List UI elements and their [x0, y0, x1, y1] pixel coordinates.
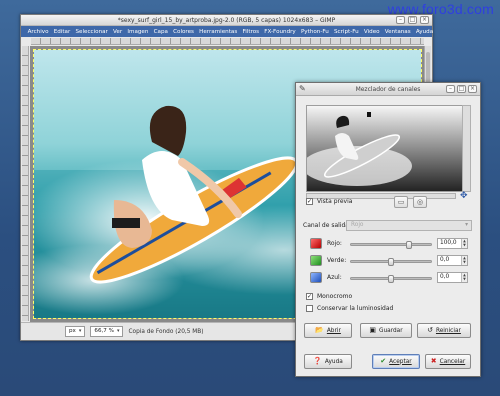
cancel-icon: ✖ — [430, 357, 437, 365]
green-spin-input[interactable]: 0,0 ▲ ▼ — [437, 255, 468, 266]
preview-art — [307, 106, 470, 191]
spin-arrows-icon[interactable]: ▲ ▼ — [461, 273, 467, 282]
vertical-ruler[interactable] — [22, 46, 29, 321]
preview-image[interactable] — [306, 105, 471, 192]
blue-label: Azul: — [327, 274, 342, 281]
cancel-button[interactable]: ✖ Cancelar — [425, 354, 471, 369]
green-channel-icon — [310, 255, 322, 266]
red-slider[interactable] — [350, 241, 432, 249]
ok-button-label: Aceptar — [389, 358, 412, 365]
cancel-button-label: Cancelar — [439, 358, 466, 365]
mix-row-blue: Azul: 0,0 ▲ ▼ — [310, 272, 475, 284]
luminosity-toggle[interactable]: Conservar la luminosidad — [306, 305, 393, 312]
zoom-selector[interactable]: 66,7 % ▾ — [90, 326, 124, 337]
gimp-menubar: Archivo Editar Seleccionar Ver Imagen Capa Col… — [21, 26, 435, 37]
blue-slider[interactable] — [350, 275, 432, 283]
green-slider-thumb[interactable] — [388, 258, 394, 266]
menu-item-python-fu[interactable]: Python-Fu — [298, 29, 331, 35]
output-channel-label: Canal de salida: — [303, 222, 351, 229]
red-channel-icon — [310, 238, 322, 249]
menu-item-capa[interactable]: Capa — [151, 29, 171, 35]
red-spin-input[interactable]: 100,0 ▲ ▼ — [437, 238, 468, 249]
reset-button[interactable]: ↺ Reiniciar — [417, 323, 471, 338]
chevron-down-icon: ▾ — [78, 328, 82, 334]
menu-item-archivo[interactable]: Archivo — [25, 29, 51, 35]
monochrome-toggle[interactable]: ✓ Monocromo — [306, 293, 352, 300]
spin-arrows-icon[interactable]: ▲ ▼ — [461, 239, 467, 248]
gimp-app-icon: ✎ — [299, 84, 306, 93]
minimize-icon[interactable]: – — [446, 85, 455, 93]
output-channel-value: Rojo — [351, 222, 364, 228]
zoom-value: 66,7 % — [94, 328, 114, 334]
red-value: 100,0 — [440, 240, 457, 246]
mix-row-green: Verde: 0,0 ▲ ▼ — [310, 255, 475, 267]
gimp-window-title: *sexy_surf_girl_15_by_artproba.jpg-2.0 (… — [117, 17, 336, 24]
help-icon: ❓ — [313, 357, 322, 365]
dialog-title-bar: ✎ Mezclador de canales – □ × — [296, 83, 480, 96]
menu-item-imagen[interactable]: Imagen — [125, 29, 151, 35]
menu-item-script-fu[interactable]: Script-Fu — [331, 29, 361, 35]
open-folder-icon: 📂 — [315, 326, 324, 334]
menu-item-herramientas[interactable]: Herramientas — [197, 29, 240, 35]
reset-button-label: Reiniciar — [435, 327, 461, 334]
save-button[interactable]: ▣ Guardar — [360, 323, 412, 338]
maximize-icon[interactable]: □ — [457, 85, 466, 93]
menu-item-ventanas[interactable]: Ventanas — [382, 29, 413, 35]
chevron-down-icon: ▾ — [465, 222, 468, 228]
mix-row-red: Rojo: 100,0 ▲ ▼ — [310, 238, 475, 250]
monochrome-checkbox[interactable]: ✓ — [306, 293, 313, 300]
monochrome-label: Monocromo — [317, 293, 353, 300]
close-icon[interactable]: × — [468, 85, 477, 93]
menu-item-editar[interactable]: Editar — [51, 29, 73, 35]
dialog-title: Mezclador de canales — [355, 86, 421, 93]
green-label: Verde: — [327, 257, 347, 264]
unit-value: px — [69, 328, 76, 334]
navigate-icon[interactable]: ✥ — [460, 191, 468, 201]
preview-checkbox[interactable]: ✓ — [306, 198, 313, 205]
minimize-icon[interactable]: – — [396, 16, 405, 24]
chevron-down-icon: ▾ — [116, 328, 120, 334]
horizontal-ruler[interactable] — [31, 38, 424, 45]
open-button[interactable]: 📂 Abrir — [304, 323, 352, 338]
reset-icon: ↺ — [427, 326, 433, 334]
menu-item-ayuda[interactable]: Ayuda — [413, 29, 435, 35]
help-button[interactable]: ❓ Ayuda — [304, 354, 352, 369]
menu-item-ver[interactable]: Ver — [110, 29, 124, 35]
menu-item-fx-foundry[interactable]: FX-Foundry — [262, 29, 299, 35]
menu-item-video[interactable]: Video — [361, 29, 382, 35]
help-button-label: Ayuda — [324, 358, 343, 365]
output-channel-select[interactable]: Rojo ▾ — [346, 220, 472, 231]
preview-toggle[interactable]: ✓ Vista previa — [306, 198, 352, 205]
save-button-label: Guardar — [379, 327, 403, 334]
menu-item-colores[interactable]: Colores — [171, 29, 197, 35]
maximize-icon[interactable]: □ — [408, 16, 417, 24]
menu-item-filtros[interactable]: Filtros — [240, 29, 262, 35]
blue-channel-icon — [310, 272, 322, 283]
ok-button[interactable]: ✔ Aceptar — [372, 354, 420, 369]
luminosity-label: Conservar la luminosidad — [317, 305, 394, 312]
unit-selector[interactable]: px ▾ — [65, 326, 86, 337]
red-label: Rojo: — [327, 240, 342, 247]
red-slider-thumb[interactable] — [405, 241, 412, 249]
save-icon: ▣ — [369, 326, 376, 334]
channel-mixer-dialog: ✎ Mezclador de canales – □ × ✥ ✓ Vista p… — [295, 82, 481, 377]
preview-vertical-scrollbar[interactable] — [462, 105, 471, 192]
menu-item-seleccionar[interactable]: Seleccionar — [73, 29, 111, 35]
close-icon[interactable]: × — [420, 16, 429, 24]
gimp-title-bar: *sexy_surf_girl_15_by_artproba.jpg-2.0 (… — [21, 15, 432, 26]
check-icon: ✔ — [380, 357, 387, 365]
preview-split-icon[interactable]: ▭ — [394, 196, 408, 208]
blue-spin-input[interactable]: 0,0 ▲ ▼ — [437, 272, 468, 283]
preview-checkbox-label: Vista previa — [317, 198, 353, 205]
green-slider[interactable] — [350, 258, 432, 266]
spin-arrows-icon[interactable]: ▲ ▼ — [461, 256, 467, 265]
luminosity-checkbox[interactable] — [306, 305, 313, 312]
blue-slider-thumb[interactable] — [388, 275, 394, 283]
green-value: 0,0 — [440, 257, 450, 263]
blue-value: 0,0 — [440, 274, 450, 280]
preview-zoom-icon[interactable]: ◎ — [413, 196, 427, 208]
layer-info-text: Copia de Fondo (20,5 MB) — [128, 328, 204, 335]
open-button-label: Abrir — [326, 327, 341, 334]
